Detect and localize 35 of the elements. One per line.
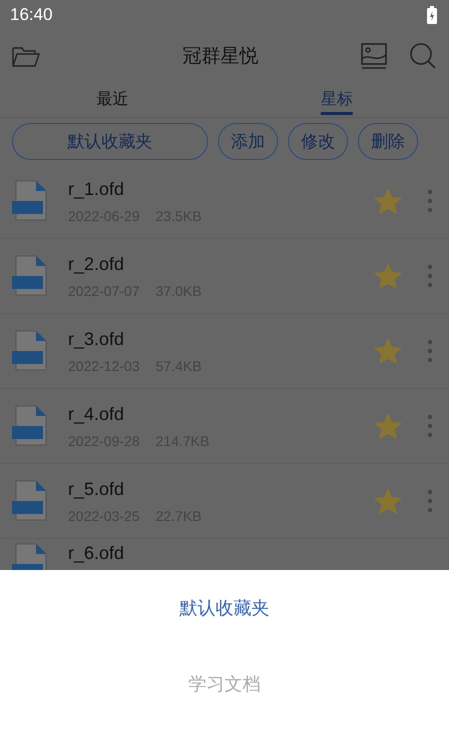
image-icon[interactable] [361, 43, 387, 69]
file-name[interactable]: r_3.ofd [68, 328, 353, 350]
folder-button[interactable]: 默认收藏夹 [12, 122, 208, 160]
tab[interactable]: 最近 [0, 82, 224, 117]
folder-button[interactable]: 删除 [358, 122, 418, 160]
folder-button[interactable]: 添加 [218, 122, 278, 160]
ofd-file-icon [12, 180, 48, 222]
file-name[interactable]: r_5.ofd [68, 478, 353, 500]
more-icon[interactable] [427, 189, 433, 213]
ofd-file-icon [12, 330, 48, 372]
more-icon[interactable] [427, 339, 433, 363]
tab[interactable]: 星标 [224, 82, 449, 117]
ofd-file-icon [12, 405, 48, 447]
ofd-file-icon [12, 255, 48, 297]
star-icon[interactable] [373, 187, 403, 215]
star-icon[interactable] [373, 487, 403, 515]
folder-option[interactable]: 学习文档 [0, 646, 449, 722]
status-time: 16:40 [10, 5, 53, 25]
file-name[interactable]: r_4.ofd [68, 404, 353, 424]
battery-icon [427, 6, 437, 24]
search-icon[interactable] [409, 42, 437, 70]
more-icon[interactable] [427, 264, 433, 288]
more-icon[interactable] [427, 489, 433, 513]
star-icon[interactable] [373, 337, 403, 365]
star-icon[interactable] [373, 262, 403, 290]
file-name[interactable]: r_1.ofd [68, 178, 353, 200]
star-icon[interactable] [373, 412, 403, 440]
app-title: 冠群星悦 [182, 44, 260, 69]
folder-option[interactable]: 默认收藏夹 [0, 570, 449, 646]
more-icon[interactable] [427, 414, 433, 438]
folder-button[interactable]: 修改 [288, 122, 348, 160]
file-name[interactable]: r_6.ofd [68, 543, 437, 564]
ofd-file-icon [12, 480, 48, 522]
folder-icon[interactable] [12, 45, 40, 67]
file-name[interactable]: r_2.ofd [68, 254, 353, 274]
